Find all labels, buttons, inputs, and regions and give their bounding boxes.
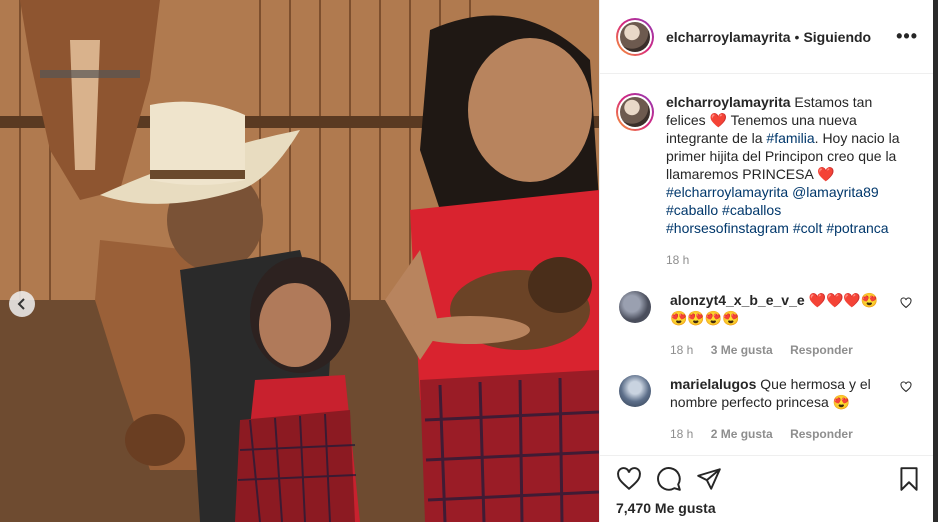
comments-section[interactable]: elcharroylamayrita Estamos tan felices ❤… [600, 75, 934, 455]
hashtag-link[interactable]: #horsesofinstagram [666, 220, 789, 236]
bookmark-icon [900, 467, 918, 491]
photo-illustration [0, 0, 599, 522]
comment-bubble-icon [657, 467, 681, 491]
comment-username[interactable]: marielalugos [670, 376, 756, 392]
hashtag-link[interactable]: #colt [793, 220, 823, 236]
comment-likes[interactable]: 2 Me gusta [711, 427, 773, 441]
header-username[interactable]: elcharroylamayrita [666, 29, 791, 45]
caption-avatar[interactable] [616, 93, 654, 131]
comment-avatar[interactable] [619, 375, 651, 407]
caption-meta: 18 h [666, 251, 906, 269]
heart-outline-icon [900, 297, 912, 309]
mention-link[interactable]: @lamayrita89 [792, 184, 879, 200]
comment-item: alonzyt4_x_b_e_v_e ❤️❤️❤️😍 😍😍😍😍 18 h 3 M… [600, 291, 934, 359]
comment-time[interactable]: 18 h [670, 427, 693, 441]
caption-body: elcharroylamayrita Estamos tan felices ❤… [666, 93, 906, 269]
caption-username[interactable]: elcharroylamayrita [666, 94, 791, 110]
hashtag-link[interactable]: #familia [766, 130, 814, 146]
comment-meta: 18 h 3 Me gusta Responder [670, 341, 880, 359]
follow-status-button[interactable]: Siguiendo [803, 29, 871, 45]
heart-emoji: ❤️ [816, 166, 835, 182]
hashtag-link[interactable]: #elcharroylamayrita [666, 184, 788, 200]
action-bar: 7,470 Me gusta [600, 455, 934, 522]
paper-plane-icon [697, 468, 721, 490]
hashtag-link[interactable]: #caballos [722, 202, 781, 218]
previous-photo-button[interactable] [9, 291, 35, 317]
separator-dot: • [794, 28, 800, 45]
window-edge [933, 0, 938, 522]
save-button[interactable] [896, 466, 922, 492]
comment-username[interactable]: alonzyt4_x_b_e_v_e [670, 292, 805, 308]
hashtag-link[interactable]: #caballo [666, 202, 718, 218]
like-button[interactable] [616, 466, 642, 492]
comment-like-button[interactable] [900, 381, 912, 396]
comment-item: marielalugos Que hermosa y el nombre per… [600, 375, 934, 443]
comment-time[interactable]: 18 h [670, 343, 693, 357]
comment-avatar[interactable] [619, 291, 651, 323]
heart-outline-icon [900, 381, 912, 393]
comment-button[interactable] [656, 466, 682, 492]
reply-button[interactable]: Responder [790, 343, 853, 357]
more-options-icon[interactable]: ••• [896, 26, 918, 47]
post-photo[interactable] [0, 0, 599, 522]
heart-emoji: ❤️ [709, 112, 728, 128]
chevron-left-icon [17, 298, 25, 310]
avatar[interactable] [616, 17, 654, 56]
caption-time[interactable]: 18 h [666, 253, 689, 267]
hashtag-link[interactable]: #potranca [826, 220, 888, 236]
comment-like-button[interactable] [900, 297, 912, 312]
post-side-panel: elcharroylamayrita • Siguiendo ••• elcha… [599, 0, 934, 522]
comment-body: alonzyt4_x_b_e_v_e ❤️❤️❤️😍 😍😍😍😍 18 h 3 M… [670, 291, 880, 359]
reply-button[interactable]: Responder [790, 427, 853, 441]
caption: elcharroylamayrita Estamos tan felices ❤… [600, 75, 934, 269]
heart-outline-icon [617, 467, 641, 491]
comment-meta: 18 h 2 Me gusta Responder [670, 425, 880, 443]
comment-likes[interactable]: 3 Me gusta [711, 343, 773, 357]
likes-count[interactable]: 7,470 Me gusta [616, 500, 918, 516]
share-button[interactable] [696, 466, 722, 492]
comment-body: marielalugos Que hermosa y el nombre per… [670, 375, 880, 443]
post-header: elcharroylamayrita • Siguiendo ••• [600, 0, 934, 74]
